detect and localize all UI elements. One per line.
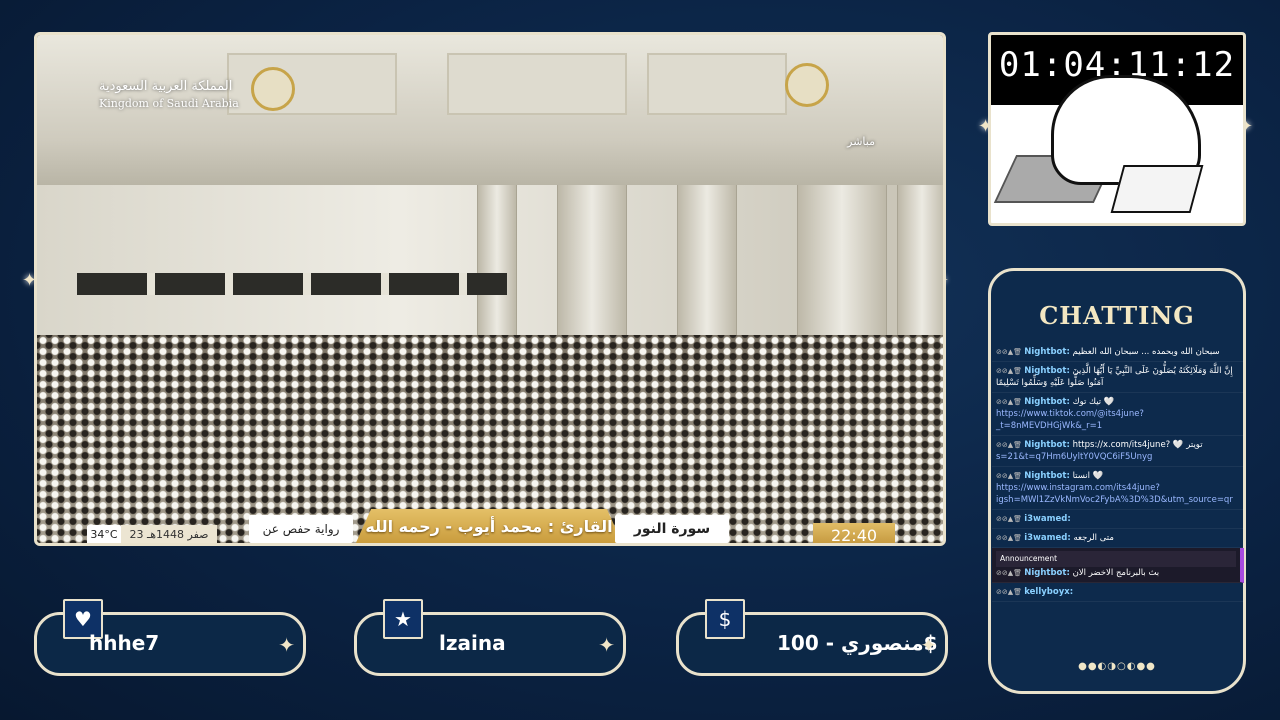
chat-title: CHATTING (1039, 301, 1195, 330)
heart-panel: ♥ hhhe7 ✦ (34, 599, 306, 676)
emblem-icon (785, 63, 829, 107)
surah-label: سورة النور (615, 515, 729, 543)
chat-message: ⊘⊘▲🗑 kellyboyx: (992, 583, 1244, 602)
chat-panel: CHATTING ⊘⊘▲🗑 Nightbot: سبحان الله وبحمد… (988, 268, 1246, 694)
clock-label: 22:40 (813, 523, 895, 543)
moon-phase-decoration: ●●◐◑○◐●● (1078, 661, 1156, 672)
star-panel: ★ lzaina ✦ (354, 599, 626, 676)
watermark-english: Kingdom of Saudi Arabia (99, 97, 239, 110)
keyboard-icon (1110, 165, 1204, 213)
video-stream: المملكة العربية السعودية Kingdom of Saud… (34, 32, 946, 546)
sparkle-icon: ✦ (920, 633, 937, 657)
chat-list[interactable]: ⊘⊘▲🗑 Nightbot: سبحان الله وبحمده ... سبح… (992, 343, 1244, 643)
date-label: 23 صفر 1448هـ (121, 525, 217, 543)
reciter-label: القارئ : محمد أيوب - رحمه الله (355, 509, 623, 543)
balcony-railing (77, 273, 507, 295)
chat-message: ⊘⊘▲🗑 Nightbot: إِنَّ اللَّهَ وَمَلَائِكَ… (992, 362, 1244, 393)
announcement-message: Announcement ⊘⊘▲🗑 Nightbot: بث بالبرنامج… (992, 548, 1244, 583)
chat-link[interactable]: https://www.tiktok.com/@its4june?_t=8nME… (996, 409, 1144, 431)
ceiling (37, 35, 943, 185)
chat-message: ⊘⊘▲🗑 i3wamed: (992, 510, 1244, 529)
sparkle-icon: ✦ (278, 633, 295, 657)
chat-message: ⊘⊘▲🗑 Nightbot: انستا 🤍 https://www.insta… (992, 467, 1244, 510)
watermark-arabic: المملكة العربية السعودية (99, 79, 233, 94)
temperature-label: 34°C (87, 525, 121, 543)
chat-link[interactable]: s=21&t=q7Hm6UyltY0VQC6iF5Unyg (996, 452, 1152, 462)
chat-message: ⊘⊘▲🗑 Nightbot: https://x.com/its4june? 🤍… (992, 436, 1244, 467)
donor-name: منصوري - 100$ (777, 631, 938, 655)
chat-link[interactable]: https://www.instagram.com/its44june?igsh… (996, 483, 1233, 505)
subscriber-name: lzaina (439, 631, 506, 655)
sparkle-icon: ✦ (598, 633, 615, 657)
live-label: مباشر (847, 135, 875, 148)
timer-widget: 01:04:11:12 (988, 32, 1246, 226)
emblem-icon (251, 67, 295, 111)
chat-message: ⊘⊘▲🗑 i3wamed: متى الرجعه (992, 529, 1244, 548)
announcement-label: Announcement (996, 551, 1236, 567)
chat-message: ⊘⊘▲🗑 Nightbot: سبحان الله وبحمده ... سبح… (992, 343, 1244, 362)
dollar-panel: $ منصوري - 100$ ✦ (676, 599, 948, 676)
star-icon: ★ (383, 599, 423, 639)
riwaya-label: رواية حفص عن عاصم (249, 515, 353, 543)
dollar-icon: $ (705, 599, 745, 639)
follower-name: hhhe7 (89, 631, 160, 655)
chat-message: ⊘⊘▲🗑 Nightbot: تيك توك 🤍 https://www.tik… (992, 393, 1244, 436)
